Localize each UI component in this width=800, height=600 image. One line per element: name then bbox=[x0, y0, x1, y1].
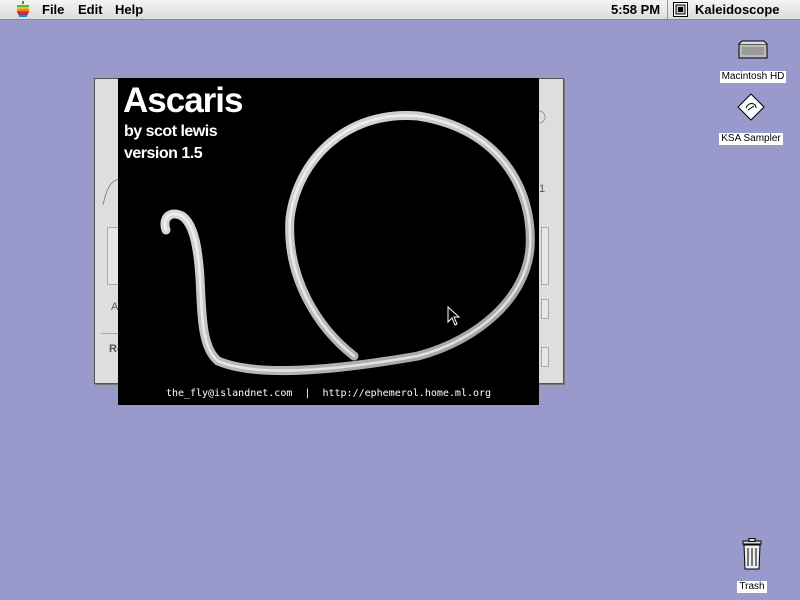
dialog-button-right-a[interactable] bbox=[541, 299, 549, 319]
menu-clock[interactable]: 5:58 PM bbox=[611, 2, 660, 17]
dialog-button-right-b[interactable] bbox=[541, 347, 549, 367]
apple-logo-icon[interactable] bbox=[15, 1, 31, 17]
desktop-icon-label: KSA Sampler bbox=[719, 133, 783, 145]
desktop-icon-ksa-sampler[interactable]: KSA Sampler bbox=[716, 92, 786, 145]
menu-separator bbox=[667, 0, 668, 19]
trash-icon bbox=[742, 538, 762, 570]
mouse-pointer-icon bbox=[447, 306, 461, 326]
dialog-field-right bbox=[541, 227, 549, 285]
splash-contact-footer: the_fly@islandnet.com | http://ephemerol… bbox=[165, 388, 492, 399]
application-menu-title: Kaleidoscope bbox=[695, 2, 780, 17]
menu-edit[interactable]: Edit bbox=[78, 2, 103, 17]
menu-bar: File Edit Help 5:58 PM Kaleidoscope bbox=[0, 0, 800, 20]
kaleidoscope-app-icon bbox=[673, 2, 688, 17]
desktop-icon-trash[interactable]: Trash bbox=[733, 538, 771, 593]
splash-screen: Ascaris by scot lewis version 1.5 the_fl… bbox=[118, 78, 539, 405]
scheme-file-icon bbox=[737, 93, 765, 121]
desktop-icon-label: Trash bbox=[737, 581, 767, 593]
desktop-icon-macintosh-hd[interactable]: Macintosh HD bbox=[716, 40, 790, 83]
desktop-icon-label: Macintosh HD bbox=[719, 71, 787, 83]
menu-file[interactable]: File bbox=[42, 2, 64, 17]
splash-author: by scot lewis bbox=[124, 123, 218, 140]
menu-help[interactable]: Help bbox=[115, 2, 143, 17]
splash-version: version 1.5 bbox=[124, 145, 203, 162]
splash-title: Ascaris bbox=[123, 81, 243, 120]
dialog-partial-text-1: 1 bbox=[539, 183, 546, 195]
hard-disk-icon bbox=[738, 40, 768, 59]
